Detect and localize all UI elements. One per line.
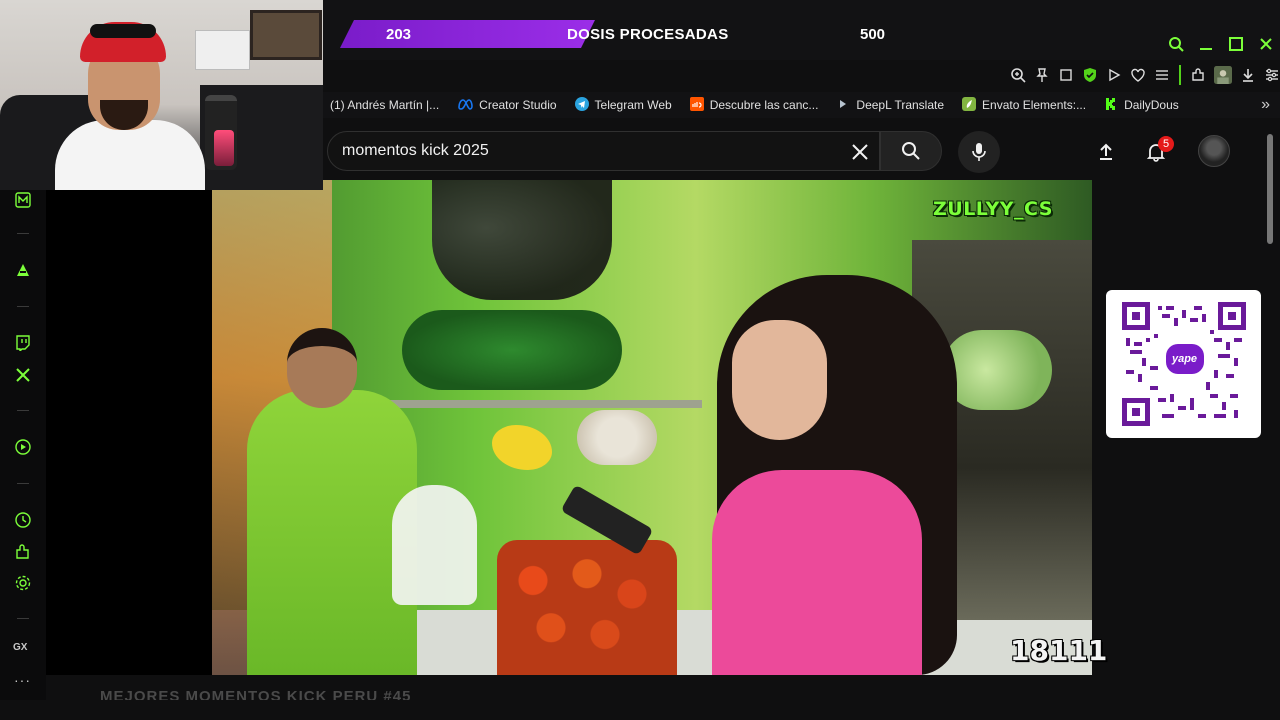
notification-badge: 5 xyxy=(1158,136,1174,152)
bookmark-label: Creator Studio xyxy=(479,98,557,112)
bookmark-label: DailyDous xyxy=(1124,98,1179,112)
banner-label: DOSIS PROCESADAS xyxy=(567,26,729,43)
soundcloud-icon xyxy=(689,96,704,114)
bookmark-label: Envato Elements:... xyxy=(982,98,1087,112)
heart-icon[interactable] xyxy=(1130,66,1146,84)
bookmark-item[interactable]: DeepL Translate xyxy=(836,97,944,114)
dose-counter-banner: 203 DOSIS PROCESADAS 500 xyxy=(340,20,930,48)
chevron-right-icon[interactable]: » xyxy=(1261,96,1270,114)
clear-search-button[interactable] xyxy=(846,138,874,166)
banner-right-value: 500 xyxy=(860,26,886,43)
browser-sidebar xyxy=(0,190,46,700)
bottom-strip xyxy=(0,700,1280,720)
crop-icon[interactable] xyxy=(1058,66,1074,84)
yape-logo: yape xyxy=(1165,344,1204,374)
kick-icon xyxy=(1104,97,1118,114)
video-title[interactable]: MEJORES MOMENTOS KICK PERU #45 xyxy=(100,688,480,700)
sidebar-divider xyxy=(17,483,29,484)
search-icon xyxy=(902,142,920,160)
upload-button[interactable] xyxy=(1092,138,1120,166)
webcam-overlay xyxy=(0,0,323,190)
bookmark-item[interactable]: Telegram Web xyxy=(574,96,672,114)
divider-icon xyxy=(1178,65,1182,85)
player-icon[interactable] xyxy=(13,437,33,457)
deepl-icon xyxy=(836,97,850,114)
aria-icon[interactable] xyxy=(13,260,33,280)
qr-code: yape xyxy=(1121,302,1246,426)
telegram-icon xyxy=(574,96,589,114)
bookmark-label: Telegram Web xyxy=(594,98,672,112)
zoom-icon[interactable] xyxy=(1010,66,1026,84)
bookmark-item[interactable]: DailyDous xyxy=(1104,97,1179,114)
settings-icon[interactable] xyxy=(1264,66,1280,84)
bookmark-label: (1) Andrés Martín |... xyxy=(330,98,440,112)
m-icon[interactable] xyxy=(13,190,33,210)
scrollbar-thumb[interactable] xyxy=(1267,134,1273,244)
search-button[interactable] xyxy=(880,131,942,171)
banner-progress xyxy=(340,20,595,48)
sidebar-divider xyxy=(17,306,29,307)
bookmark-label: DeepL Translate xyxy=(856,98,945,112)
video-overlay-counter: 18111 xyxy=(1010,634,1108,667)
video-player[interactable] xyxy=(212,180,1092,675)
search-icon[interactable] xyxy=(1168,36,1184,52)
video-overlay-username: ZULLYY_CS xyxy=(933,198,1053,220)
maximize-icon[interactable] xyxy=(1228,36,1244,52)
search-input-value[interactable]: momentos kick 2025 xyxy=(342,142,489,160)
close-icon[interactable] xyxy=(1258,36,1274,52)
menu-icon[interactable] xyxy=(1154,66,1170,84)
history-icon[interactable] xyxy=(13,510,33,530)
window-controls xyxy=(1168,32,1280,56)
video-letterbox xyxy=(46,180,212,675)
bookmark-item[interactable]: Envato Elements:... xyxy=(962,96,1087,114)
settings-icon[interactable] xyxy=(13,573,33,593)
pin-icon[interactable] xyxy=(1034,66,1050,84)
bookmark-label: Descubre las canc... xyxy=(709,98,819,112)
avatar[interactable] xyxy=(1198,135,1230,167)
close-icon xyxy=(852,144,868,160)
sidebar-divider xyxy=(17,233,29,234)
minimize-icon[interactable] xyxy=(1198,36,1214,52)
twitch-icon[interactable] xyxy=(13,333,33,353)
bookmark-item[interactable]: Creator Studio xyxy=(457,98,557,113)
sidebar-divider xyxy=(17,410,29,411)
bookmarks-bar: (1) Andrés Martín |... Creator Studio Te… xyxy=(323,92,1280,118)
yape-qr-card: yape xyxy=(1106,290,1261,438)
shield-icon[interactable] xyxy=(1082,66,1098,84)
more-options-icon[interactable]: ··· xyxy=(14,672,31,688)
envato-icon xyxy=(962,96,977,114)
profile-icon[interactable] xyxy=(1214,66,1232,84)
upload-icon xyxy=(1100,143,1112,160)
play-icon[interactable] xyxy=(1106,66,1122,84)
sidebar-divider xyxy=(17,618,29,619)
microphone-icon xyxy=(972,143,986,161)
x-icon[interactable] xyxy=(13,365,33,385)
banner-left-value: 203 xyxy=(386,26,412,43)
bookmark-item[interactable]: (1) Andrés Martín |... xyxy=(330,98,439,112)
extensions-icon[interactable] xyxy=(13,542,33,562)
browser-toolbar xyxy=(1010,63,1280,87)
extensions-icon[interactable] xyxy=(1190,66,1206,84)
download-icon[interactable] xyxy=(1240,66,1256,84)
bookmark-item[interactable]: Descubre las canc... xyxy=(689,96,819,114)
gx-button[interactable]: GX xyxy=(13,642,27,653)
meta-icon xyxy=(457,98,473,113)
voice-search-button[interactable] xyxy=(958,131,1000,173)
